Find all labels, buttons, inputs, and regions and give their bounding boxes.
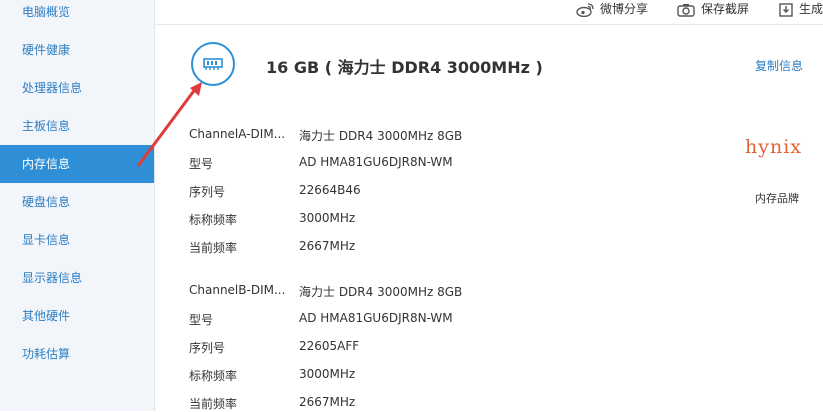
slot-a-model-label: 型号 — [189, 157, 214, 171]
sidebar: 电脑概览 硬件健康 处理器信息 主板信息 内存信息 硬盘信息 显卡信息 显示器信… — [0, 0, 155, 411]
memory-brand-caption: 内存品牌 — [755, 192, 799, 205]
slot-b-name-label: ChannelB-DIM... — [189, 283, 286, 297]
generate-button[interactable]: 生成 — [779, 0, 823, 20]
sidebar-item-disk[interactable]: 硬盘信息 — [0, 183, 154, 221]
save-screenshot-label: 保存截屏 — [701, 2, 750, 16]
weibo-icon — [576, 2, 594, 17]
sidebar-item-power-estimate[interactable]: 功耗估算 — [0, 335, 154, 373]
sidebar-item-hardware-health[interactable]: 硬件健康 — [0, 31, 154, 69]
camera-icon — [677, 3, 695, 17]
slot-a-model-value: AD HMA81GU6DJR8N-WM — [299, 155, 453, 169]
sidebar-item-graphics[interactable]: 显卡信息 — [0, 221, 154, 259]
slot-a-current-freq-label: 当前频率 — [189, 241, 238, 255]
slot-b-current-freq-value: 2667MHz — [299, 395, 356, 409]
weibo-share-label: 微博分享 — [600, 2, 649, 16]
slot-b-current-freq-label: 当前频率 — [189, 397, 238, 411]
ram-module-icon — [203, 58, 223, 70]
slot-a-name-value: 海力士 DDR4 3000MHz 8GB — [299, 129, 463, 143]
slot-b-model-value: AD HMA81GU6DJR8N-WM — [299, 311, 453, 325]
sidebar-item-computer-overview[interactable]: 电脑概览 — [0, 0, 154, 31]
slot-a-name-label: ChannelA-DIM... — [189, 127, 286, 141]
slot-a-rated-freq-value: 3000MHz — [299, 211, 356, 225]
slot-a-serial-value: 22664B46 — [299, 183, 361, 197]
top-toolbar: 微博分享 保存截屏 生成 — [155, 0, 823, 25]
sidebar-item-other-hardware[interactable]: 其他硬件 — [0, 297, 154, 335]
weibo-share-button[interactable]: 微博分享 — [576, 0, 648, 20]
sidebar-item-monitor[interactable]: 显示器信息 — [0, 259, 154, 297]
download-icon — [779, 2, 793, 17]
slot-b-model-label: 型号 — [189, 313, 214, 327]
generate-label: 生成 — [799, 2, 823, 16]
save-screenshot-button[interactable]: 保存截屏 — [677, 0, 749, 20]
slot-a-serial-label: 序列号 — [189, 185, 226, 199]
copy-info-link[interactable]: 复制信息 — [755, 57, 803, 74]
hynix-logo: hynix — [745, 136, 802, 158]
slot-a-current-freq-value: 2667MHz — [299, 239, 356, 253]
slot-b-serial-value: 22605AFF — [299, 339, 360, 353]
memory-summary-title: 16 GB ( 海力士 DDR4 3000MHz ) — [266, 58, 543, 77]
slot-a-rated-freq-label: 标称频率 — [189, 213, 238, 227]
slot-b-rated-freq-label: 标称频率 — [189, 369, 238, 383]
slot-b-rated-freq-value: 3000MHz — [299, 367, 356, 381]
slot-b-serial-label: 序列号 — [189, 341, 226, 355]
slot-b-name-value: 海力士 DDR4 3000MHz 8GB — [299, 285, 463, 299]
